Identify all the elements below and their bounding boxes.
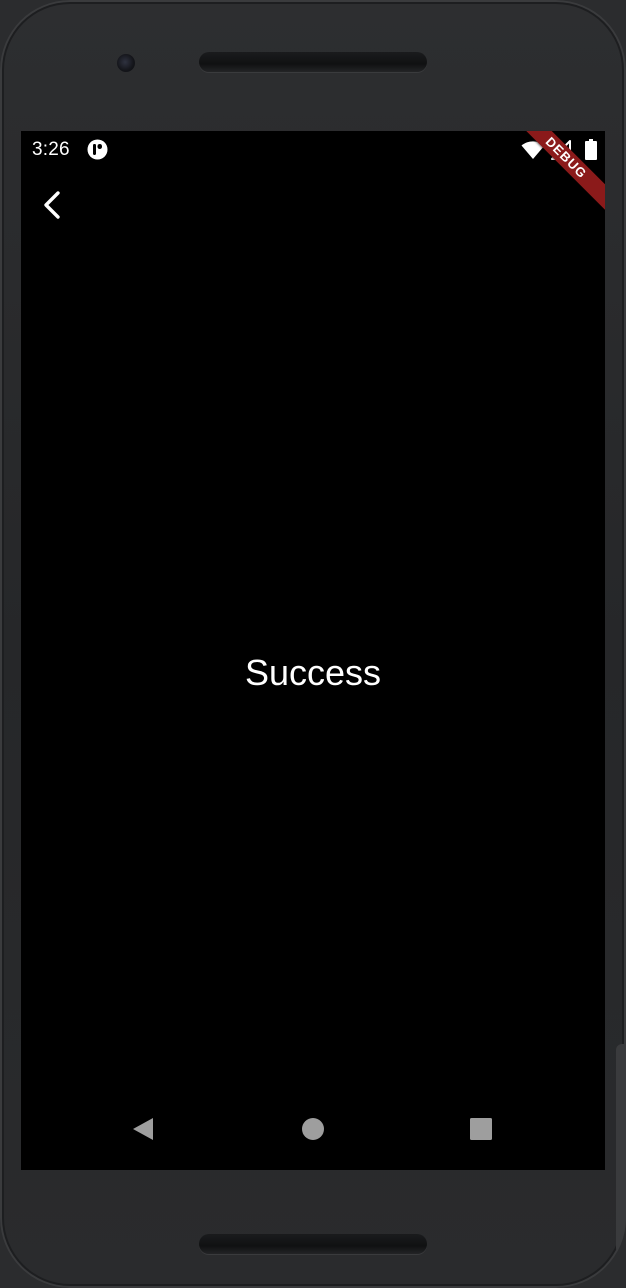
circle-home-icon[interactable] <box>301 1117 325 1141</box>
chevron-left-icon <box>44 191 60 219</box>
app-notification-icon <box>87 139 108 160</box>
triangle-back-icon[interactable] <box>131 1116 155 1142</box>
bottom-speaker-grille <box>199 1234 427 1254</box>
phone-screen: 3:26 DEBUG Success <box>21 131 605 1170</box>
square-recents-icon[interactable] <box>470 1118 492 1140</box>
phone-device-frame: 3:26 DEBUG Success <box>0 0 626 1288</box>
front-camera <box>117 54 135 72</box>
system-navigation-bar <box>21 1102 605 1170</box>
back-button[interactable] <box>35 183 71 227</box>
battery-full-icon <box>585 139 597 160</box>
status-bar: 3:26 <box>21 131 605 169</box>
status-time: 3:26 <box>32 139 70 160</box>
success-message: Success <box>244 652 382 693</box>
side-button <box>616 1044 626 1254</box>
top-speaker-grille <box>199 52 427 72</box>
